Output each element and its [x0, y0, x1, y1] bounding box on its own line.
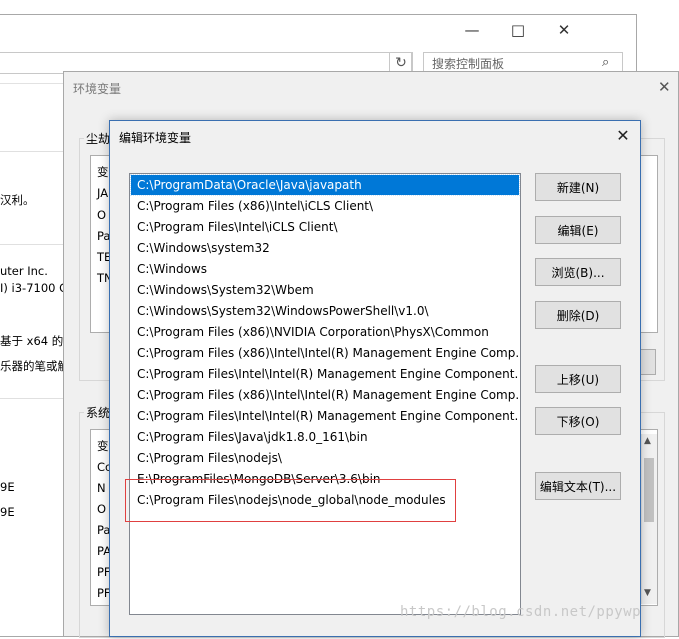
- list-item[interactable]: O: [97, 502, 106, 516]
- path-item[interactable]: C:\Windows: [131, 259, 519, 279]
- close-icon[interactable]: ✕: [541, 15, 587, 45]
- path-item[interactable]: C:\Program Files\Intel\Intel(R) Manageme…: [131, 364, 519, 384]
- new-button[interactable]: 新建(N): [535, 173, 621, 201]
- system-variables-label: 系统: [84, 404, 113, 421]
- divider: [0, 398, 66, 399]
- scroll-down-icon[interactable]: ▼: [644, 588, 651, 598]
- content-line: 基于 x64 的: [0, 334, 64, 348]
- content-line: uter Inc.: [0, 264, 48, 278]
- divider: [0, 244, 66, 245]
- control-panel-content: 汉利。 uter Inc. I) i3-7100 C 基于 x64 的 乐器的笔…: [0, 83, 66, 639]
- user-variables-label: 尘劫: [84, 130, 113, 147]
- browse-button[interactable]: 浏览(B)...: [535, 258, 621, 286]
- list-item[interactable]: 变: [97, 438, 109, 454]
- path-item[interactable]: C:\Program Files\Intel\Intel(R) Manageme…: [131, 406, 519, 426]
- path-item[interactable]: C:\Program Files\Java\jdk1.8.0_161\bin: [131, 427, 519, 447]
- delete-button[interactable]: 删除(D): [535, 301, 621, 329]
- content-line: 9E: [0, 505, 15, 519]
- search-icon[interactable]: ⌕: [602, 55, 609, 70]
- path-item[interactable]: C:\Windows\System32\Wbem: [131, 280, 519, 300]
- list-item[interactable]: O: [97, 208, 106, 222]
- list-item[interactable]: 变: [97, 164, 109, 180]
- close-icon[interactable]: ✕: [612, 124, 634, 146]
- content-line: 乐器的笔或触: [0, 359, 66, 373]
- list-item[interactable]: N: [97, 481, 106, 495]
- path-item[interactable]: C:\Program Files\nodejs\: [131, 448, 519, 468]
- edit-environment-variable-dialog: 编辑环境变量 ✕ C:\ProgramData\Oracle\Java\java…: [109, 120, 641, 637]
- minimize-icon[interactable]: —: [449, 15, 495, 45]
- path-item[interactable]: C:\Program Files\Intel\iCLS Client\: [131, 217, 519, 237]
- content-line: I) i3-7100 C: [0, 281, 66, 295]
- path-item[interactable]: C:\ProgramData\Oracle\Java\javapath: [130, 174, 520, 196]
- path-item[interactable]: C:\Program Files (x86)\Intel\iCLS Client…: [131, 196, 519, 216]
- highlight-annotation: [125, 479, 456, 522]
- content-line: 9E: [0, 480, 15, 494]
- scrollbar[interactable]: ▲ ▼: [641, 434, 657, 604]
- list-item[interactable]: JA: [97, 186, 108, 200]
- dialog-title: 编辑环境变量: [119, 131, 192, 145]
- scroll-up-icon[interactable]: ▲: [644, 436, 651, 446]
- content-line: 汉利。: [0, 193, 35, 207]
- edit-text-button[interactable]: 编辑文本(T)...: [535, 472, 621, 500]
- path-item[interactable]: C:\Windows\system32: [131, 238, 519, 258]
- scroll-thumb[interactable]: [644, 458, 654, 522]
- path-item[interactable]: C:\Program Files (x86)\NVIDIA Corporatio…: [131, 322, 519, 342]
- divider: [0, 151, 66, 152]
- edit-button[interactable]: 编辑(E): [535, 216, 621, 244]
- path-item[interactable]: C:\Windows\System32\WindowsPowerShell\v1…: [131, 301, 519, 321]
- dialog-title: 环境变量: [73, 82, 122, 96]
- watermark: https://blog.csdn.net/ppywp: [400, 604, 642, 620]
- control-panel-titlebar: — □ ✕: [0, 15, 636, 47]
- path-list[interactable]: C:\ProgramData\Oracle\Java\javapath C:\Pr…: [129, 173, 521, 615]
- path-item[interactable]: C:\Program Files (x86)\Intel\Intel(R) Ma…: [131, 385, 519, 405]
- maximize-icon[interactable]: □: [495, 15, 541, 45]
- move-down-button[interactable]: 下移(O): [535, 407, 621, 435]
- path-item[interactable]: C:\Program Files (x86)\Intel\Intel(R) Ma…: [131, 343, 519, 363]
- move-up-button[interactable]: 上移(U): [535, 365, 621, 393]
- close-icon[interactable]: ✕: [658, 78, 671, 96]
